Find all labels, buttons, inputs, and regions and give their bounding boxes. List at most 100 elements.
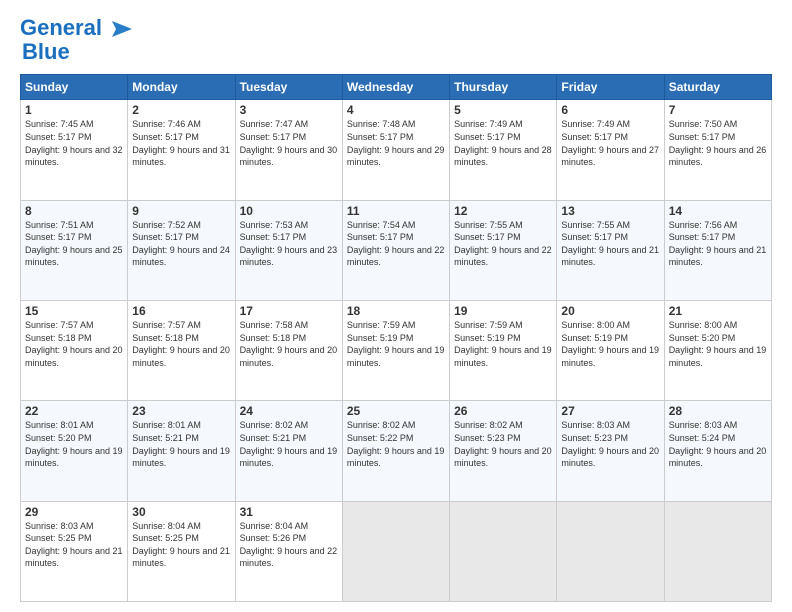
calendar-week-3: 15 Sunrise: 7:57 AM Sunset: 5:18 PM Dayl… bbox=[21, 301, 772, 401]
sunset: Sunset: 5:17 PM bbox=[25, 132, 92, 142]
weekday-sunday: Sunday bbox=[21, 75, 128, 100]
calendar-cell: 18 Sunrise: 7:59 AM Sunset: 5:19 PM Dayl… bbox=[342, 301, 449, 401]
daylight: Daylight: 9 hours and 27 minutes. bbox=[561, 145, 659, 168]
calendar-cell: 23 Sunrise: 8:01 AM Sunset: 5:21 PM Dayl… bbox=[128, 401, 235, 501]
calendar-cell: 22 Sunrise: 8:01 AM Sunset: 5:20 PM Dayl… bbox=[21, 401, 128, 501]
daylight: Daylight: 9 hours and 21 minutes. bbox=[25, 546, 123, 569]
day-number: 21 bbox=[669, 304, 767, 318]
calendar-cell: 11 Sunrise: 7:54 AM Sunset: 5:17 PM Dayl… bbox=[342, 200, 449, 300]
sunrise: Sunrise: 7:47 AM bbox=[240, 119, 309, 129]
sunset: Sunset: 5:18 PM bbox=[240, 333, 307, 343]
sunset: Sunset: 5:17 PM bbox=[132, 232, 199, 242]
sunrise: Sunrise: 8:00 AM bbox=[561, 320, 630, 330]
day-number: 7 bbox=[669, 103, 767, 117]
weekday-tuesday: Tuesday bbox=[235, 75, 342, 100]
calendar-cell: 1 Sunrise: 7:45 AM Sunset: 5:17 PM Dayli… bbox=[21, 100, 128, 200]
sunset: Sunset: 5:17 PM bbox=[25, 232, 92, 242]
day-info: Sunrise: 8:03 AM Sunset: 5:25 PM Dayligh… bbox=[25, 520, 123, 570]
logo: General Blue bbox=[20, 16, 134, 64]
calendar-cell: 24 Sunrise: 8:02 AM Sunset: 5:21 PM Dayl… bbox=[235, 401, 342, 501]
sunset: Sunset: 5:17 PM bbox=[132, 132, 199, 142]
sunrise: Sunrise: 7:45 AM bbox=[25, 119, 94, 129]
daylight: Daylight: 9 hours and 22 minutes. bbox=[240, 546, 338, 569]
daylight: Daylight: 9 hours and 19 minutes. bbox=[347, 446, 445, 469]
day-number: 19 bbox=[454, 304, 552, 318]
calendar-cell bbox=[557, 501, 664, 601]
sunrise: Sunrise: 8:02 AM bbox=[347, 420, 416, 430]
daylight: Daylight: 9 hours and 21 minutes. bbox=[561, 245, 659, 268]
calendar-week-1: 1 Sunrise: 7:45 AM Sunset: 5:17 PM Dayli… bbox=[21, 100, 772, 200]
day-number: 26 bbox=[454, 404, 552, 418]
calendar-cell: 14 Sunrise: 7:56 AM Sunset: 5:17 PM Dayl… bbox=[664, 200, 771, 300]
calendar-cell: 30 Sunrise: 8:04 AM Sunset: 5:25 PM Dayl… bbox=[128, 501, 235, 601]
day-number: 23 bbox=[132, 404, 230, 418]
day-number: 31 bbox=[240, 505, 338, 519]
day-info: Sunrise: 7:52 AM Sunset: 5:17 PM Dayligh… bbox=[132, 219, 230, 269]
calendar-cell: 15 Sunrise: 7:57 AM Sunset: 5:18 PM Dayl… bbox=[21, 301, 128, 401]
day-info: Sunrise: 8:00 AM Sunset: 5:19 PM Dayligh… bbox=[561, 319, 659, 369]
sunset: Sunset: 5:17 PM bbox=[347, 232, 414, 242]
calendar-cell: 17 Sunrise: 7:58 AM Sunset: 5:18 PM Dayl… bbox=[235, 301, 342, 401]
day-number: 18 bbox=[347, 304, 445, 318]
day-info: Sunrise: 7:58 AM Sunset: 5:18 PM Dayligh… bbox=[240, 319, 338, 369]
daylight: Daylight: 9 hours and 20 minutes. bbox=[132, 345, 230, 368]
sunrise: Sunrise: 8:01 AM bbox=[132, 420, 201, 430]
sunrise: Sunrise: 8:02 AM bbox=[454, 420, 523, 430]
sunrise: Sunrise: 7:49 AM bbox=[454, 119, 523, 129]
day-info: Sunrise: 8:01 AM Sunset: 5:20 PM Dayligh… bbox=[25, 419, 123, 469]
daylight: Daylight: 9 hours and 21 minutes. bbox=[132, 546, 230, 569]
sunrise: Sunrise: 7:46 AM bbox=[132, 119, 201, 129]
day-info: Sunrise: 7:57 AM Sunset: 5:18 PM Dayligh… bbox=[25, 319, 123, 369]
day-number: 27 bbox=[561, 404, 659, 418]
day-number: 5 bbox=[454, 103, 552, 117]
calendar-cell: 25 Sunrise: 8:02 AM Sunset: 5:22 PM Dayl… bbox=[342, 401, 449, 501]
day-number: 1 bbox=[25, 103, 123, 117]
sunrise: Sunrise: 7:57 AM bbox=[25, 320, 94, 330]
day-info: Sunrise: 7:55 AM Sunset: 5:17 PM Dayligh… bbox=[561, 219, 659, 269]
sunrise: Sunrise: 7:59 AM bbox=[454, 320, 523, 330]
calendar-cell: 20 Sunrise: 8:00 AM Sunset: 5:19 PM Dayl… bbox=[557, 301, 664, 401]
sunrise: Sunrise: 7:59 AM bbox=[347, 320, 416, 330]
sunrise: Sunrise: 8:04 AM bbox=[132, 521, 201, 531]
calendar-table: SundayMondayTuesdayWednesdayThursdayFrid… bbox=[20, 74, 772, 602]
daylight: Daylight: 9 hours and 19 minutes. bbox=[132, 446, 230, 469]
sunset: Sunset: 5:17 PM bbox=[669, 232, 736, 242]
sunset: Sunset: 5:26 PM bbox=[240, 533, 307, 543]
calendar-cell: 26 Sunrise: 8:02 AM Sunset: 5:23 PM Dayl… bbox=[450, 401, 557, 501]
day-info: Sunrise: 8:03 AM Sunset: 5:23 PM Dayligh… bbox=[561, 419, 659, 469]
sunset: Sunset: 5:19 PM bbox=[561, 333, 628, 343]
calendar-cell bbox=[450, 501, 557, 601]
daylight: Daylight: 9 hours and 26 minutes. bbox=[669, 145, 767, 168]
sunrise: Sunrise: 7:55 AM bbox=[454, 220, 523, 230]
sunset: Sunset: 5:21 PM bbox=[240, 433, 307, 443]
day-number: 14 bbox=[669, 204, 767, 218]
calendar-cell: 16 Sunrise: 7:57 AM Sunset: 5:18 PM Dayl… bbox=[128, 301, 235, 401]
sunset: Sunset: 5:17 PM bbox=[240, 232, 307, 242]
sunset: Sunset: 5:22 PM bbox=[347, 433, 414, 443]
day-info: Sunrise: 7:59 AM Sunset: 5:19 PM Dayligh… bbox=[347, 319, 445, 369]
day-info: Sunrise: 8:04 AM Sunset: 5:26 PM Dayligh… bbox=[240, 520, 338, 570]
daylight: Daylight: 9 hours and 20 minutes. bbox=[669, 446, 767, 469]
sunset: Sunset: 5:25 PM bbox=[25, 533, 92, 543]
day-info: Sunrise: 7:49 AM Sunset: 5:17 PM Dayligh… bbox=[561, 118, 659, 168]
sunset: Sunset: 5:19 PM bbox=[347, 333, 414, 343]
day-info: Sunrise: 8:01 AM Sunset: 5:21 PM Dayligh… bbox=[132, 419, 230, 469]
sunrise: Sunrise: 7:53 AM bbox=[240, 220, 309, 230]
day-number: 24 bbox=[240, 404, 338, 418]
calendar-cell: 29 Sunrise: 8:03 AM Sunset: 5:25 PM Dayl… bbox=[21, 501, 128, 601]
sunrise: Sunrise: 7:58 AM bbox=[240, 320, 309, 330]
day-info: Sunrise: 7:57 AM Sunset: 5:18 PM Dayligh… bbox=[132, 319, 230, 369]
day-info: Sunrise: 8:02 AM Sunset: 5:22 PM Dayligh… bbox=[347, 419, 445, 469]
sunset: Sunset: 5:20 PM bbox=[669, 333, 736, 343]
sunset: Sunset: 5:17 PM bbox=[669, 132, 736, 142]
logo-arrow-icon bbox=[104, 19, 134, 39]
sunrise: Sunrise: 7:52 AM bbox=[132, 220, 201, 230]
day-number: 15 bbox=[25, 304, 123, 318]
daylight: Daylight: 9 hours and 19 minutes. bbox=[240, 446, 338, 469]
daylight: Daylight: 9 hours and 19 minutes. bbox=[25, 446, 123, 469]
page: General Blue SundayMondayTuesdayWednesda… bbox=[0, 0, 792, 612]
calendar-cell: 28 Sunrise: 8:03 AM Sunset: 5:24 PM Dayl… bbox=[664, 401, 771, 501]
day-info: Sunrise: 8:03 AM Sunset: 5:24 PM Dayligh… bbox=[669, 419, 767, 469]
day-info: Sunrise: 7:51 AM Sunset: 5:17 PM Dayligh… bbox=[25, 219, 123, 269]
sunrise: Sunrise: 7:56 AM bbox=[669, 220, 738, 230]
